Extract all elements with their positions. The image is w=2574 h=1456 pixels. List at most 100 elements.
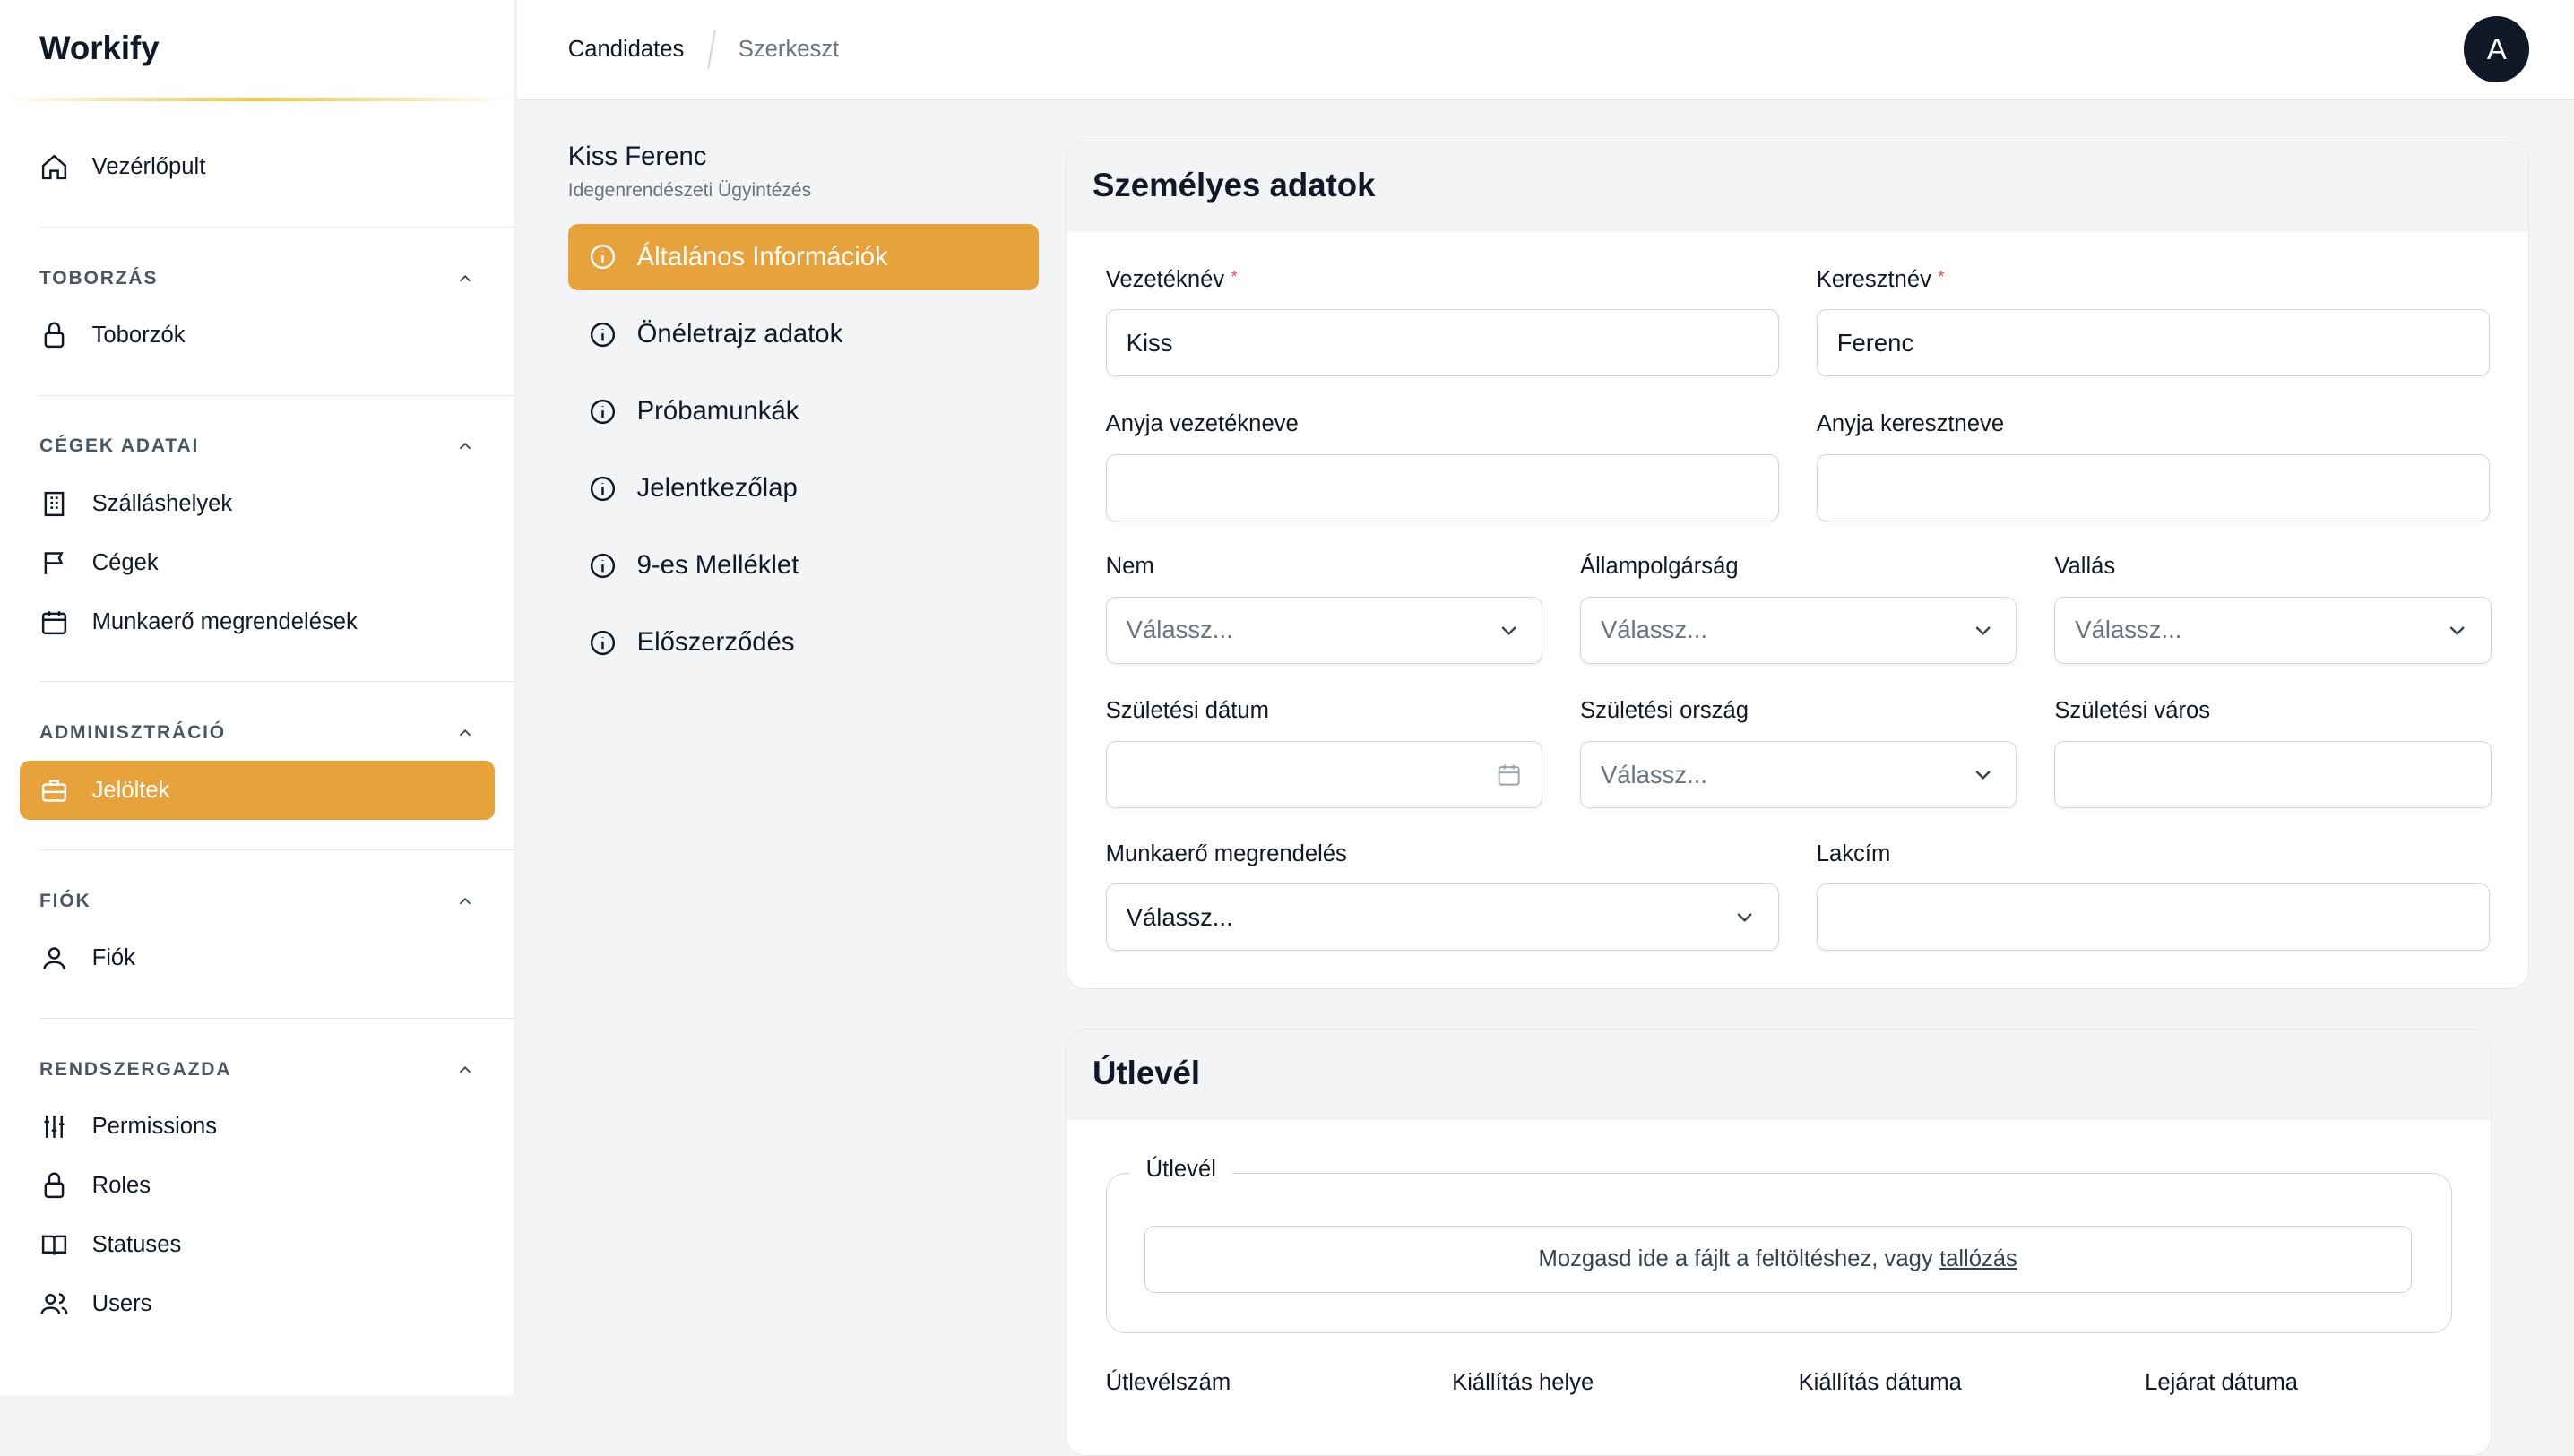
building-icon	[44, 491, 65, 517]
sidebar-section: FIÓK Fiók	[39, 849, 515, 988]
calendar-icon[interactable]	[1496, 762, 1522, 788]
chevron-up-icon[interactable]	[455, 892, 475, 911]
citizenship-select[interactable]: Válassz...	[1579, 596, 2017, 664]
field-label: Születési város	[2054, 698, 2211, 724]
sliders-icon	[44, 1116, 65, 1139]
mother-last-name-input[interactable]	[1105, 453, 1779, 521]
candidate-name: Kiss Ferenc	[567, 141, 707, 171]
section-header[interactable]: TOBORZÁS	[39, 260, 514, 296]
breadcrumb-edit: Szerkeszt	[738, 36, 840, 62]
section-header[interactable]: CÉGEK ADATAI	[39, 428, 514, 464]
field-label: Útlevélszám	[1105, 1369, 1231, 1395]
sidebar-item-label: Roles	[91, 1173, 151, 1199]
tab[interactable]: Próbamunkák	[568, 378, 1040, 444]
lock-icon	[44, 322, 65, 349]
file-dropzone[interactable]: Mozgasd ide a fájlt a feltöltéshez, vagy…	[1144, 1226, 2412, 1294]
field-label: Vallás	[2054, 554, 2116, 580]
home-icon	[41, 154, 67, 180]
section-header[interactable]: ADMINISZTRÁCIÓ	[39, 715, 514, 751]
info-icon	[590, 399, 615, 424]
tab-label: Próbamunkák	[636, 396, 799, 426]
field-label: Kiállítás helye	[1452, 1369, 1594, 1395]
sidebar-item-label: Permissions	[91, 1114, 218, 1140]
field-label: Születési dátum	[1105, 698, 1269, 724]
candidate-subnav: Kiss Ferenc Idegenrendészeti Ügyintézés …	[567, 141, 1040, 676]
tab[interactable]: Jelentkezőlap	[568, 456, 1040, 521]
app-logo[interactable]: Workify	[0, 0, 515, 101]
chevron-up-icon[interactable]	[455, 723, 475, 743]
sidebar-item[interactable]: Cégek	[20, 533, 495, 592]
birth-date-input[interactable]	[1105, 741, 1542, 809]
chevron-down-icon	[1975, 771, 1991, 780]
sidebar-item[interactable]: Munkaerő megrendelések	[20, 592, 495, 651]
mother-first-name-input[interactable]	[1816, 453, 2490, 521]
sidebar-item[interactable]: Users	[20, 1275, 495, 1334]
chevron-down-icon	[1975, 625, 1991, 635]
sidebar-item-label: Munkaerő megrendelések	[91, 608, 358, 634]
info-icon	[590, 553, 615, 578]
book-icon	[41, 1235, 67, 1255]
sidebar-item[interactable]: Permissions	[20, 1098, 495, 1157]
personal-data-card: Személyes adatok Vezetéknév * Kiss Kereszt…	[1065, 141, 2530, 990]
tab-label: Jelentkezőlap	[636, 473, 798, 504]
chevron-up-icon[interactable]	[455, 436, 475, 456]
sidebar-item-label: Statuses	[91, 1232, 182, 1258]
chevron-up-icon[interactable]	[455, 1060, 475, 1080]
gender-select[interactable]: Válassz...	[1105, 596, 1542, 664]
breadcrumb-separator	[706, 30, 716, 70]
field-label: Születési ország	[1579, 698, 1749, 724]
info-icon	[590, 322, 615, 347]
sidebar-item-label: Cégek	[91, 549, 159, 575]
sidebar-item[interactable]: Fiók	[20, 929, 495, 988]
sidebar: Workify Vezérlőpult TOBORZÁS Toborzók CÉGE…	[0, 0, 516, 1395]
flag-icon	[44, 552, 64, 574]
first-name-input[interactable]: Ferenc	[1816, 309, 2490, 377]
field-label: Nem	[1105, 554, 1154, 580]
candidate-subtitle: Idegenrendészeti Ügyintézés	[567, 179, 812, 201]
sidebar-section: TOBORZÁS Toborzók	[39, 226, 515, 366]
sidebar-item-label: Vezérlőpult	[91, 154, 206, 180]
sidebar-item[interactable]: Jelöltek	[19, 761, 496, 821]
field-label: Lakcím	[1816, 840, 1891, 866]
sidebar-item[interactable]: Szálláshelyek	[20, 474, 495, 533]
chevron-up-icon[interactable]	[455, 269, 475, 289]
card-title: Személyes adatok	[1066, 142, 2529, 233]
sidebar-section: CÉGEK ADATAI Szálláshelyek Cégek Munkaerő m…	[39, 394, 515, 652]
sidebar-item-label: Szálláshelyek	[91, 490, 233, 516]
tab[interactable]: 9-es Melléklet	[568, 533, 1040, 599]
tab-label: Általános Információk	[636, 241, 888, 271]
tab[interactable]: Előszerződés	[568, 610, 1040, 676]
sidebar-item[interactable]: Toborzók	[20, 306, 495, 366]
field-label: Kiállítás dátuma	[1798, 1369, 1962, 1395]
tab[interactable]: Általános Információk	[567, 224, 1040, 290]
passport-upload-fieldset: Útlevél Mozgasd ide a fájlt a feltöltésh…	[1105, 1157, 2452, 1334]
birth-city-input[interactable]	[2054, 741, 2492, 809]
field-label: Munkaerő megrendelés	[1105, 840, 1347, 866]
sidebar-item-dashboard[interactable]: Vezérlőpult	[20, 138, 495, 197]
breadcrumb-candidates[interactable]: Candidates	[568, 37, 685, 63]
chevron-down-icon	[1501, 625, 1516, 635]
field-label: Anyja vezetékneve	[1105, 410, 1299, 436]
section-header[interactable]: FIÓK	[39, 883, 514, 919]
religion-select[interactable]: Válassz...	[2054, 596, 2492, 664]
work-order-select[interactable]: Válassz...	[1105, 883, 1779, 952]
sidebar-item[interactable]: Statuses	[20, 1216, 495, 1275]
birth-country-select[interactable]: Válassz...	[1579, 741, 2017, 809]
info-icon	[590, 630, 615, 655]
last-name-input[interactable]: Kiss	[1105, 309, 1779, 377]
section-header[interactable]: RENDSZERGAZDA	[39, 1051, 514, 1087]
tab-label: 9-es Melléklet	[636, 550, 799, 581]
sidebar-item-label: Fiók	[91, 945, 135, 971]
browse-link[interactable]: tallózás	[1939, 1246, 2017, 1272]
address-input[interactable]	[1816, 883, 2490, 952]
avatar[interactable]: A	[2464, 16, 2530, 82]
briefcase-icon	[41, 779, 67, 802]
field-label: Lejárat dátuma	[2145, 1369, 2299, 1395]
tab[interactable]: Önéletrajz adatok	[568, 301, 1040, 366]
chevron-down-icon	[1737, 913, 1753, 923]
chevron-down-icon	[2449, 625, 2466, 635]
tab-label: Előszerződés	[636, 627, 795, 658]
tab-label: Önéletrajz adatok	[636, 319, 843, 349]
sidebar-item[interactable]: Roles	[20, 1157, 495, 1216]
sidebar-section: ADMINISZTRÁCIÓ Jelöltek	[19, 681, 515, 821]
